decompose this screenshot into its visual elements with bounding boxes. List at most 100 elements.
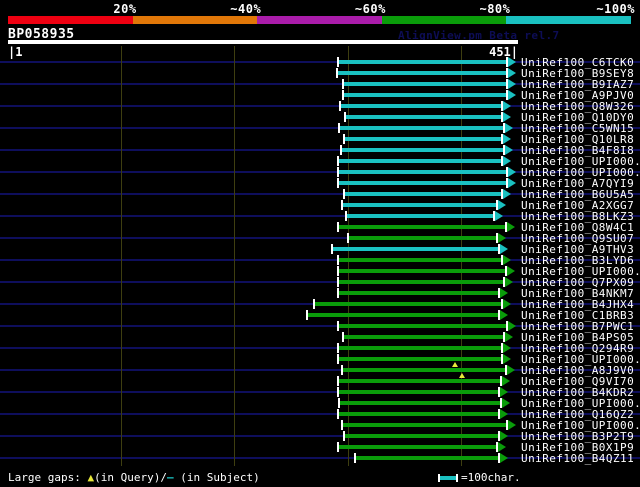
hit-bar[interactable] bbox=[338, 126, 503, 130]
hit-bar[interactable] bbox=[337, 170, 506, 174]
hit-start-tick bbox=[338, 398, 340, 408]
scale-key-bar bbox=[438, 474, 458, 482]
hit-bar[interactable] bbox=[342, 82, 506, 86]
hit-start-tick bbox=[306, 310, 308, 320]
hit-bar[interactable] bbox=[338, 401, 500, 405]
hit-bar[interactable] bbox=[340, 148, 503, 152]
hit-arrowhead-icon bbox=[503, 134, 511, 144]
hit-start-tick bbox=[337, 321, 339, 331]
hit-arrowhead-icon bbox=[500, 310, 508, 320]
hit-end-tick bbox=[501, 299, 503, 309]
hit-bar[interactable] bbox=[339, 104, 501, 108]
hit-end-tick bbox=[496, 200, 498, 210]
hit-end-tick bbox=[501, 189, 503, 199]
hit-bar[interactable] bbox=[337, 225, 505, 229]
hit-start-tick bbox=[342, 332, 344, 342]
hit-arrowhead-icon bbox=[508, 167, 516, 177]
hit-start-tick bbox=[337, 288, 339, 298]
scale-key-cyan-bar bbox=[440, 476, 456, 480]
hit-bar[interactable] bbox=[341, 203, 496, 207]
hit-bar[interactable] bbox=[337, 159, 501, 163]
hit-end-tick bbox=[506, 90, 508, 100]
hit-start-tick bbox=[337, 354, 339, 364]
scale-key-right-tick bbox=[456, 474, 458, 482]
hit-bar[interactable] bbox=[343, 192, 501, 196]
hit-end-tick bbox=[498, 453, 500, 463]
hit-arrowhead-icon bbox=[503, 189, 511, 199]
hit-end-tick bbox=[506, 57, 508, 67]
hit-bar[interactable] bbox=[337, 181, 506, 185]
hit-bar[interactable] bbox=[345, 214, 493, 218]
hit-bar[interactable] bbox=[337, 445, 496, 449]
hit-arrowhead-icon bbox=[508, 178, 516, 188]
hit-end-tick bbox=[505, 266, 507, 276]
hit-end-tick bbox=[496, 442, 498, 452]
hit-bar[interactable] bbox=[336, 71, 506, 75]
gaps-legend-query-text: (in Query)/ bbox=[94, 471, 167, 484]
hit-end-tick bbox=[501, 101, 503, 111]
hit-start-tick bbox=[342, 79, 344, 89]
hit-arrowhead-icon bbox=[498, 200, 506, 210]
hit-start-tick bbox=[337, 266, 339, 276]
hit-arrowhead-icon bbox=[500, 288, 508, 298]
hit-bar[interactable] bbox=[337, 324, 506, 328]
hit-bar[interactable] bbox=[354, 456, 498, 460]
hit-bar[interactable] bbox=[337, 291, 498, 295]
hit-bar[interactable] bbox=[337, 379, 500, 383]
hit-start-tick bbox=[342, 90, 344, 100]
hit-arrowhead-icon bbox=[508, 321, 516, 331]
hit-bar[interactable] bbox=[331, 247, 498, 251]
hit-end-tick bbox=[506, 79, 508, 89]
hit-arrowhead-icon bbox=[500, 387, 508, 397]
hit-end-tick bbox=[498, 288, 500, 298]
hit-start-tick bbox=[341, 420, 343, 430]
hit-start-tick bbox=[337, 57, 339, 67]
hit-bar[interactable] bbox=[342, 93, 506, 97]
hit-arrowhead-icon bbox=[505, 145, 513, 155]
hit-end-tick bbox=[505, 365, 507, 375]
hit-bar[interactable] bbox=[313, 302, 501, 306]
hit-bar[interactable] bbox=[343, 434, 498, 438]
hit-bar[interactable] bbox=[337, 346, 501, 350]
hit-arrowhead-icon bbox=[503, 112, 511, 122]
alignment-plot: UniRef100_C6TCK0 UniRef100_B9SEY8 UniRef10… bbox=[0, 0, 640, 487]
hit-bar[interactable] bbox=[347, 236, 496, 240]
gaps-legend-subject-text: (in Subject) bbox=[173, 471, 260, 484]
hit-arrowhead-icon bbox=[498, 233, 506, 243]
hit-bar[interactable] bbox=[337, 280, 503, 284]
hit-arrowhead-icon bbox=[498, 442, 506, 452]
hit-end-tick bbox=[503, 123, 505, 133]
hit-bar[interactable] bbox=[337, 357, 501, 361]
hit-start-tick bbox=[337, 167, 339, 177]
hit-bar[interactable] bbox=[341, 423, 506, 427]
hit-arrowhead-icon bbox=[508, 57, 516, 67]
hit-end-tick bbox=[500, 376, 502, 386]
hit-arrowhead-icon bbox=[503, 354, 511, 364]
hit-bar[interactable] bbox=[344, 115, 501, 119]
hit-bar[interactable] bbox=[306, 313, 498, 317]
query-gap-marker-icon bbox=[459, 373, 465, 378]
hit-bar[interactable] bbox=[342, 335, 503, 339]
hit-bar[interactable] bbox=[337, 60, 506, 64]
hit-arrowhead-icon bbox=[508, 420, 516, 430]
hit-arrowhead-icon bbox=[495, 211, 503, 221]
hit-bar[interactable] bbox=[343, 137, 501, 141]
hit-start-tick bbox=[341, 200, 343, 210]
hit-bar[interactable] bbox=[341, 368, 505, 372]
hit-bar[interactable] bbox=[337, 258, 501, 262]
hit-end-tick bbox=[506, 178, 508, 188]
hit-end-tick bbox=[498, 387, 500, 397]
hit-arrowhead-icon bbox=[500, 409, 508, 419]
hit-bar[interactable] bbox=[337, 390, 498, 394]
hit-bar[interactable] bbox=[337, 269, 505, 273]
hit-end-tick bbox=[501, 255, 503, 265]
gaps-legend-label: Large gaps: bbox=[8, 471, 81, 484]
hit-arrowhead-icon bbox=[505, 332, 513, 342]
hit-label[interactable]: UniRef100_B4QZ11 bbox=[521, 453, 634, 464]
hit-bar[interactable] bbox=[337, 412, 498, 416]
hit-start-tick bbox=[343, 189, 345, 199]
ruler-gridline bbox=[234, 46, 235, 466]
hit-arrowhead-icon bbox=[500, 453, 508, 463]
hit-start-tick bbox=[340, 145, 342, 155]
hit-arrowhead-icon bbox=[505, 123, 513, 133]
